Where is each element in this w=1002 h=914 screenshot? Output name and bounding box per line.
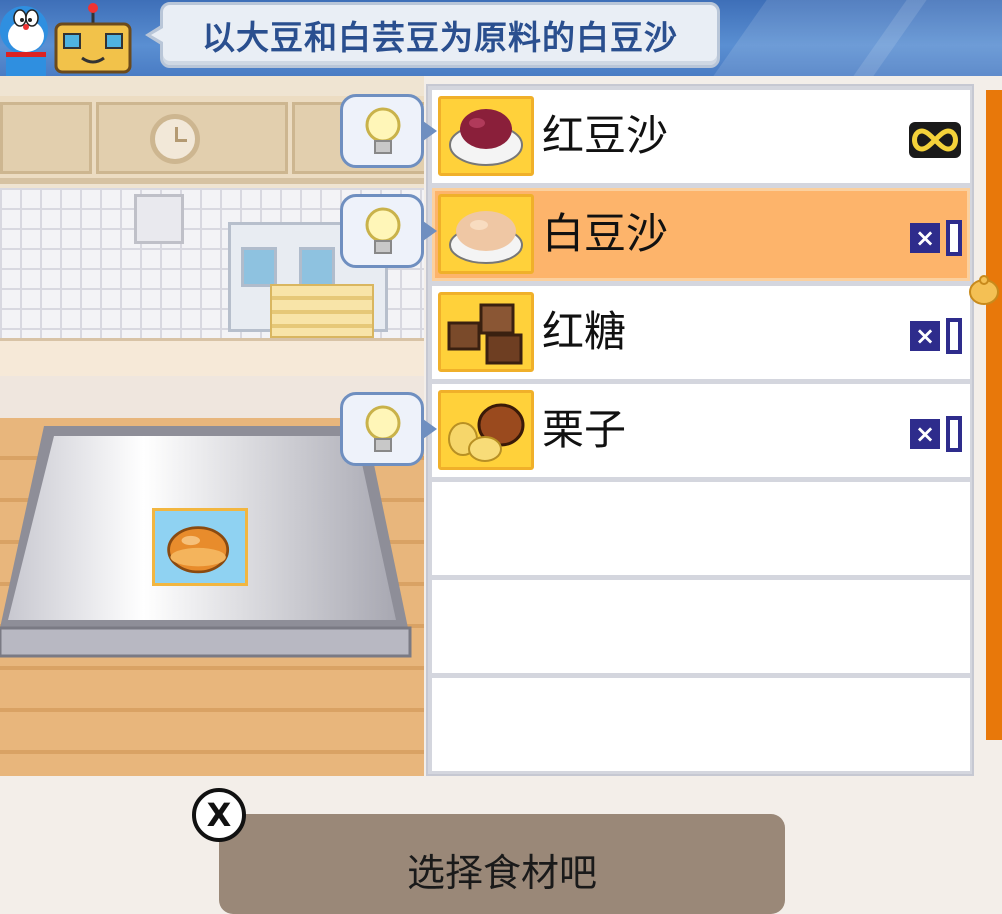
recipe-hint-bubble: 以大豆和白芸豆为原料的白豆沙 — [145, 2, 720, 68]
lightbulb-icon — [365, 107, 401, 154]
ingredient-list: 红豆沙 白豆沙 × 红糖 × 栗子 × — [426, 84, 974, 776]
list-scrollbar[interactable] — [986, 90, 1002, 740]
chestnut-icon — [438, 390, 534, 470]
cooking-product-slot — [152, 508, 248, 586]
empty-slot — [432, 482, 970, 575]
red-bean-paste-icon — [438, 96, 534, 176]
multiply-icon: × — [910, 321, 940, 351]
exhaust-fan-icon — [134, 194, 184, 244]
quantity-counter: × — [910, 414, 962, 454]
lightbulb-icon — [365, 405, 401, 452]
plate-stack-icon — [270, 284, 374, 338]
ingredient-name: 白豆沙 — [542, 209, 669, 258]
hint-bubble-chestnut[interactable] — [340, 392, 437, 466]
infinity-icon — [909, 122, 961, 158]
empty-slot — [432, 678, 970, 771]
quantity-counter: × — [910, 316, 962, 356]
ingredient-name: 红糖 — [542, 307, 627, 356]
instruction-panel: 选择食材吧 — [219, 814, 785, 914]
recipe-hint-text: 以大豆和白芸豆为原料的白豆沙 — [202, 18, 678, 57]
instruction-text: 选择食材吧 — [406, 851, 597, 895]
ingredient-row-brown-sugar[interactable]: 红糖 × — [432, 286, 970, 379]
ingredient-name: 红豆沙 — [542, 111, 669, 160]
count-digit — [946, 318, 962, 354]
ingredient-row-chestnut[interactable]: 栗子 × — [432, 384, 970, 477]
scroll-thumb-icon[interactable] — [966, 274, 1002, 306]
quantity-counter: × — [910, 218, 962, 258]
count-digit — [946, 220, 962, 256]
lightbulb-icon — [365, 207, 401, 254]
close-button[interactable]: X — [192, 788, 246, 842]
hint-bubble-white-bean-paste[interactable] — [340, 194, 437, 268]
count-digit — [946, 416, 962, 452]
header-bar: 以大豆和白芸豆为原料的白豆沙 — [0, 0, 1002, 76]
multiply-icon: × — [910, 223, 940, 253]
white-bean-paste-icon — [438, 194, 534, 274]
close-icon: X — [206, 796, 232, 834]
ingredient-row-white-bean-paste[interactable]: 白豆沙 × — [432, 188, 970, 281]
empty-slot — [432, 580, 970, 673]
ingredient-row-red-bean-paste[interactable]: 红豆沙 — [432, 90, 970, 183]
ingredient-name: 栗子 — [542, 405, 627, 454]
robot-icon — [54, 3, 132, 74]
doraemon-icon — [0, 6, 48, 76]
brown-sugar-icon — [438, 292, 534, 372]
quantity-unlimited — [908, 120, 962, 160]
hint-bubble-red-bean-paste[interactable] — [340, 94, 437, 168]
multiply-icon: × — [910, 419, 940, 449]
wall-clock-icon — [150, 114, 200, 164]
